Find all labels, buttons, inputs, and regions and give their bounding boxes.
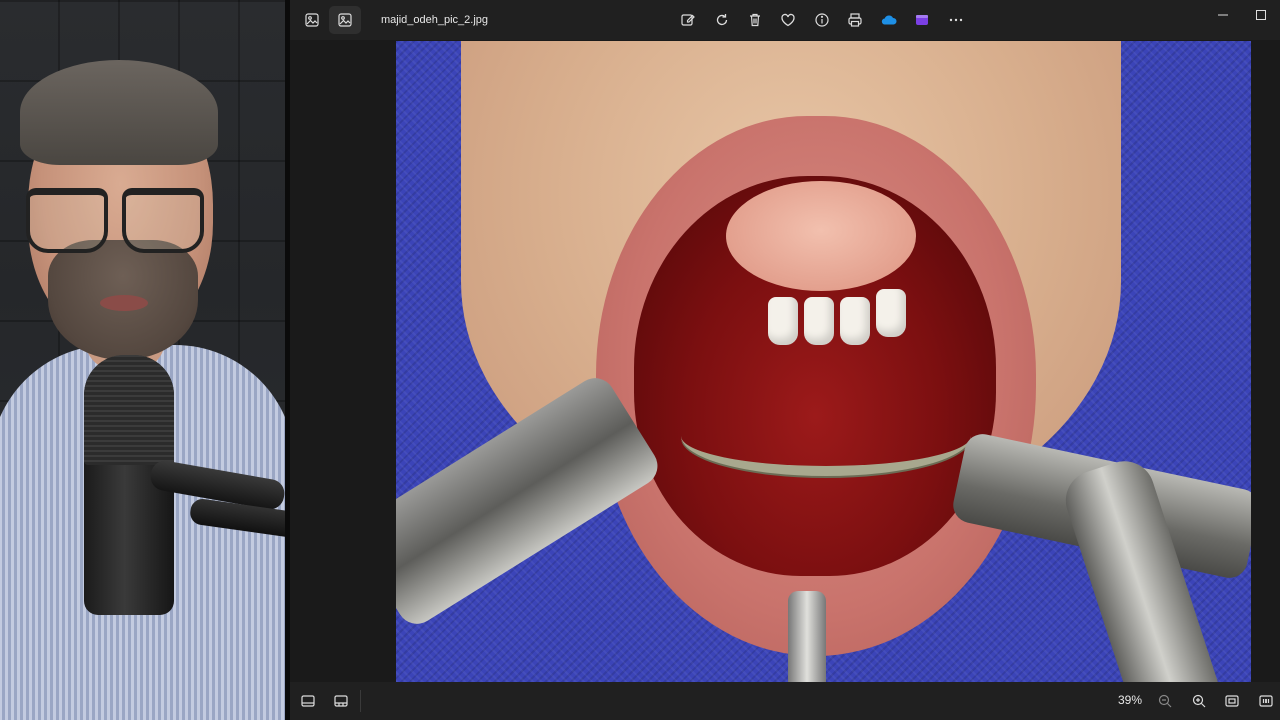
print-icon xyxy=(848,13,862,27)
fit-window-icon xyxy=(1225,695,1239,707)
maximize-button[interactable] xyxy=(1238,0,1280,30)
image-icon xyxy=(338,13,352,27)
thumbnail-strip-button[interactable] xyxy=(326,689,356,713)
info-icon xyxy=(815,13,829,27)
zoom-level: 39% xyxy=(1118,693,1143,707)
photo-tooth xyxy=(768,297,798,345)
webcam-overlay xyxy=(0,0,285,720)
microphone-grille xyxy=(84,355,174,465)
onedrive-button[interactable] xyxy=(873,6,905,34)
gallery-button[interactable] xyxy=(296,6,328,34)
favorite-icon xyxy=(781,13,795,27)
print-button[interactable] xyxy=(839,6,871,34)
viewer-button[interactable] xyxy=(329,6,361,34)
onedrive-icon xyxy=(881,15,897,25)
photo-tooth xyxy=(804,297,834,345)
delete-button[interactable] xyxy=(739,6,771,34)
presenter-mouth xyxy=(100,295,148,311)
fit-to-window-button[interactable] xyxy=(1217,689,1247,713)
clipchamp-button[interactable] xyxy=(906,6,938,34)
gallery-icon xyxy=(305,13,319,27)
separator xyxy=(360,690,361,712)
edit-image-icon xyxy=(681,14,695,26)
photo-fixation-plate xyxy=(681,396,971,476)
actual-size-icon xyxy=(1259,695,1273,707)
filmstrip-icon xyxy=(301,695,315,707)
maximize-icon xyxy=(1256,10,1266,20)
actual-size-button[interactable] xyxy=(1251,689,1280,713)
more-button[interactable] xyxy=(940,6,972,34)
clipchamp-icon xyxy=(916,15,928,25)
minimize-icon xyxy=(1218,14,1228,16)
photos-app-window: majid_odeh_pic_2.jpg 39% xyxy=(290,0,1280,720)
filmstrip-toggle-button[interactable] xyxy=(293,689,323,713)
photo-tooth xyxy=(876,289,906,337)
presenter-hair xyxy=(20,60,218,165)
photo-tongue xyxy=(726,181,916,291)
presenter-glasses xyxy=(26,188,204,253)
zoom-out-button[interactable] xyxy=(1150,689,1180,713)
delete-icon xyxy=(750,13,760,27)
title-bar: majid_odeh_pic_2.jpg xyxy=(290,0,1280,40)
zoom-out-icon xyxy=(1158,694,1172,708)
displayed-photo xyxy=(396,41,1251,682)
more-icon xyxy=(949,18,963,22)
photo-retractor-center xyxy=(788,591,826,682)
image-viewer[interactable] xyxy=(322,40,1280,682)
filmstrip-collapsed xyxy=(290,40,322,682)
photo-tooth xyxy=(840,297,870,345)
thumbnail-strip-icon xyxy=(334,695,348,707)
file-name: majid_odeh_pic_2.jpg xyxy=(381,14,489,26)
favorite-button[interactable] xyxy=(772,6,804,34)
rotate-button[interactable] xyxy=(706,6,738,34)
rotate-icon xyxy=(716,14,728,26)
bottom-bar: 39% xyxy=(290,682,1280,720)
zoom-in-button[interactable] xyxy=(1184,689,1214,713)
info-button[interactable] xyxy=(806,6,838,34)
edit-image-button[interactable] xyxy=(672,6,704,34)
zoom-in-icon xyxy=(1192,694,1206,708)
